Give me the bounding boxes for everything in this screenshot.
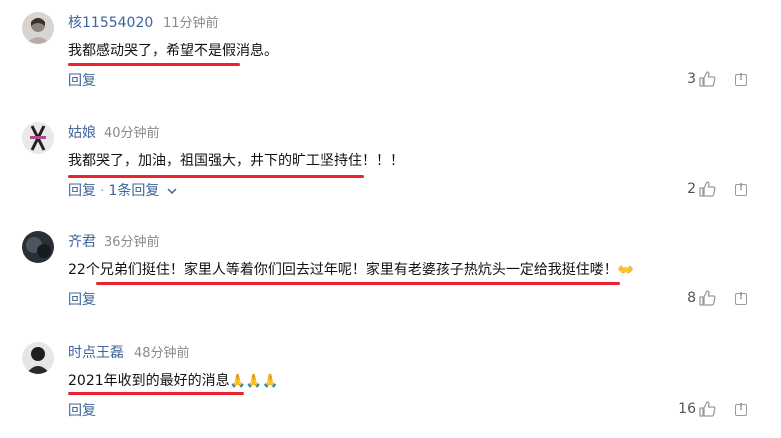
highlight-underline	[68, 63, 240, 66]
comment-text: 2021年收到的最好的消息🙏🙏🙏	[68, 371, 278, 392]
report-flag-icon[interactable]	[735, 291, 747, 305]
comment-item: 姑娘 40分钟前 我都哭了，加油，祖国强大，井下的旷工坚持住！！！ 回复 · 1条回…	[0, 110, 781, 218]
highlight-underline	[68, 175, 364, 178]
timestamp: 48分钟前	[134, 346, 190, 361]
thumbs-up-icon	[699, 71, 716, 87]
comment-text-content: 我都感动哭了，希望不是假消息。	[68, 43, 278, 59]
chevron-down-icon[interactable]	[167, 187, 177, 195]
avatar[interactable]	[22, 342, 54, 374]
comment-text: 我都感动哭了，希望不是假消息。	[68, 41, 278, 61]
comment-text: 22个兄弟们挺住！家里人等着你们回去过年呢！家里有老婆孩子热炕头一定给我挺住喽！…	[68, 260, 634, 281]
highlight-underline	[68, 392, 244, 395]
like-count: 8	[687, 290, 696, 306]
comment-text-content: 我都哭了，加油，祖国强大，井下的旷工坚持住！！！	[68, 153, 404, 169]
reply-button[interactable]: 回复	[68, 292, 96, 308]
like-button[interactable]: 16	[678, 401, 716, 417]
reply-button[interactable]: 回复	[68, 73, 96, 89]
highlight-underline	[96, 282, 620, 285]
username[interactable]: 时点王磊	[68, 342, 124, 362]
comment-item: 齐君 36分钟前 22个兄弟们挺住！家里人等着你们回去过年呢！家里有老婆孩子热炕…	[0, 219, 781, 327]
reply-row: 回复	[68, 291, 96, 309]
timestamp: 40分钟前	[104, 126, 160, 141]
comment-text-content: 2021年收到的最好的消息	[68, 373, 230, 389]
like-button[interactable]: 2	[687, 181, 716, 197]
username[interactable]: 姑娘	[68, 122, 96, 142]
report-flag-icon[interactable]	[735, 402, 747, 416]
view-replies-link[interactable]: 1条回复	[108, 183, 159, 199]
timestamp: 36分钟前	[104, 235, 160, 250]
reply-button[interactable]: 回复	[68, 183, 96, 199]
comment-item: 时点王磊 48分钟前 2021年收到的最好的消息🙏🙏🙏 回复 16	[0, 330, 781, 438]
username[interactable]: 齐君	[68, 231, 96, 251]
praying-hands-emoji-icon: 🙏🙏🙏	[229, 374, 279, 389]
like-count: 3	[687, 71, 696, 87]
hands-emoji-icon: 👐	[617, 263, 634, 278]
username[interactable]: 核11554020	[68, 12, 153, 32]
report-flag-icon[interactable]	[735, 182, 747, 196]
like-count: 16	[678, 401, 696, 417]
timestamp: 11分钟前	[163, 16, 219, 31]
reply-button[interactable]: 回复	[68, 403, 96, 419]
comment-text-content: 22个兄弟们挺住！家里人等着你们回去过年呢！家里有老婆孩子热炕头一定给我挺住喽！	[68, 262, 618, 278]
reply-row: 回复 · 1条回复	[68, 182, 177, 200]
avatar[interactable]	[22, 12, 54, 44]
reply-row: 回复	[68, 402, 96, 420]
avatar[interactable]	[22, 122, 54, 154]
comment-text: 我都哭了，加油，祖国强大，井下的旷工坚持住！！！	[68, 151, 404, 171]
like-count: 2	[687, 181, 696, 197]
reply-row: 回复	[68, 72, 96, 90]
separator: ·	[100, 183, 105, 199]
thumbs-up-icon	[699, 401, 716, 417]
report-flag-icon[interactable]	[735, 72, 747, 86]
like-button[interactable]: 8	[687, 290, 716, 306]
like-button[interactable]: 3	[687, 71, 716, 87]
comment-item: 核11554020 11分钟前 我都感动哭了，希望不是假消息。 回复 3	[0, 0, 781, 108]
thumbs-up-icon	[699, 181, 716, 197]
thumbs-up-icon	[699, 290, 716, 306]
avatar[interactable]	[22, 231, 54, 263]
